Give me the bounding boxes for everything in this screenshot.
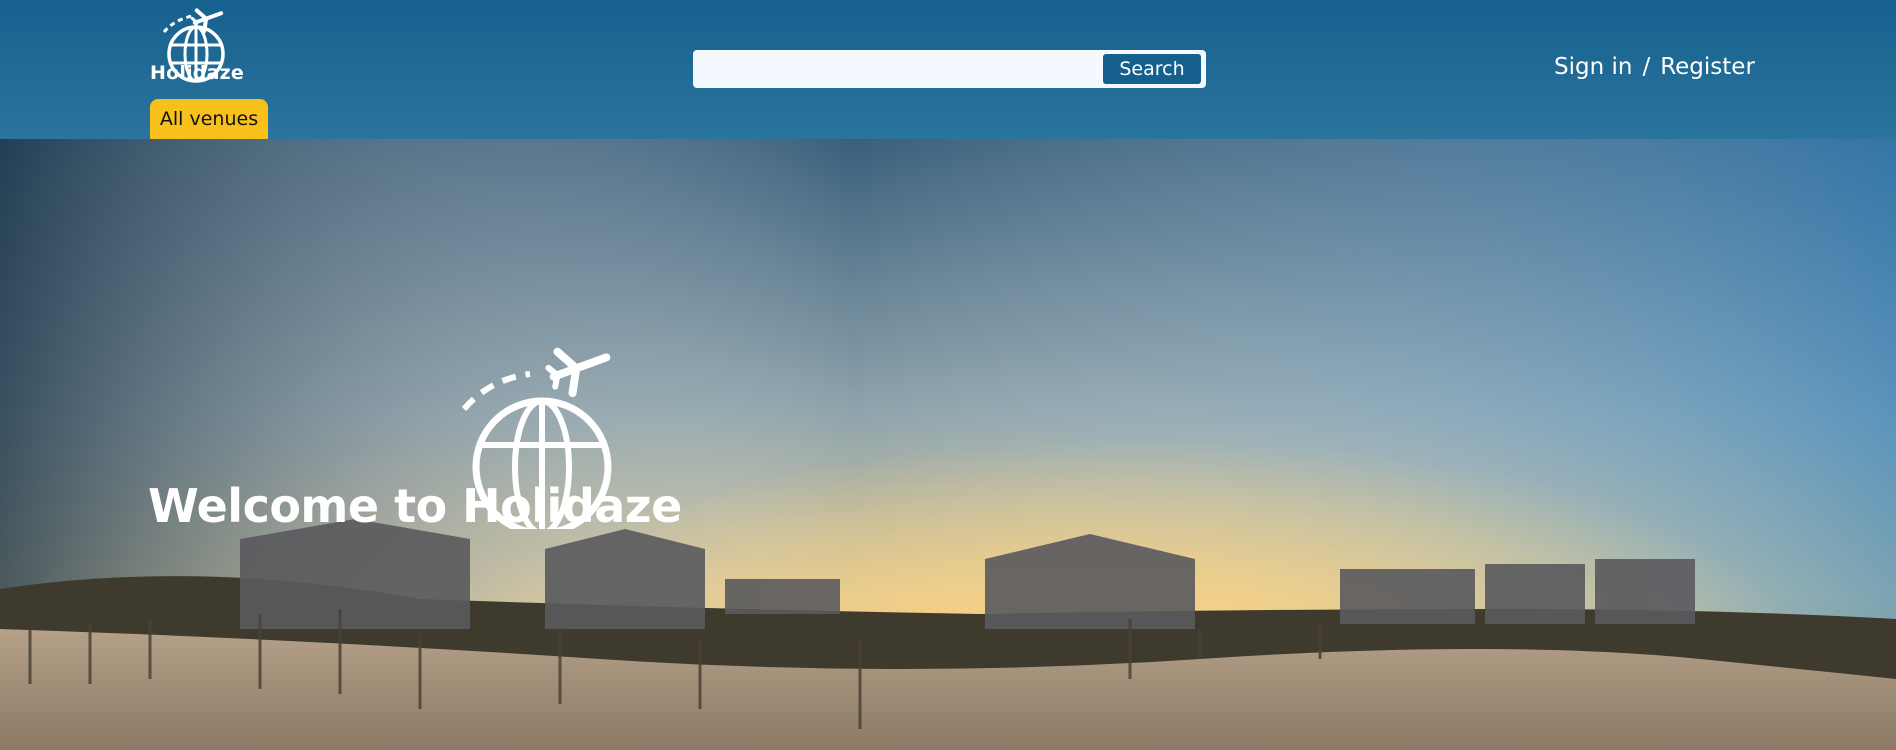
logo-text: Holidaze bbox=[150, 62, 244, 84]
sign-in-link[interactable]: Sign in bbox=[1554, 54, 1632, 80]
auth-separator: / bbox=[1642, 54, 1651, 80]
search-input[interactable] bbox=[701, 55, 1085, 85]
hero-banner: Welcome to Holidaze bbox=[0, 139, 1896, 750]
hero-beach-image bbox=[0, 139, 1896, 750]
nav-all-venues[interactable]: All venues bbox=[150, 99, 268, 139]
search-bar: Search bbox=[693, 50, 1206, 88]
hero-title: Welcome to Holidaze bbox=[148, 479, 682, 533]
site-header: Holidaze All venues Search Sign in / Regis… bbox=[0, 0, 1896, 139]
search-button[interactable]: Search bbox=[1103, 54, 1201, 84]
register-link[interactable]: Register bbox=[1660, 54, 1755, 80]
auth-links: Sign in / Register bbox=[1554, 54, 1755, 80]
site-logo[interactable]: Holidaze bbox=[150, 2, 244, 88]
